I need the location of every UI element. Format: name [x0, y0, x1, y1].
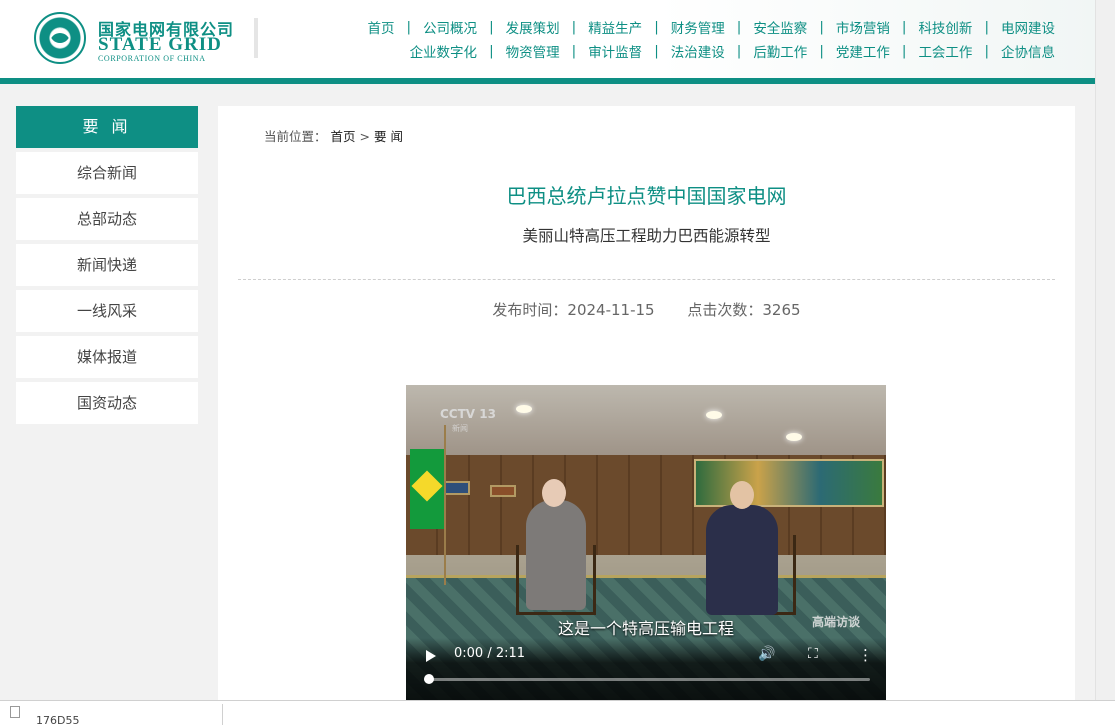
main-nav-row-1: 首页 | 公司概况 | 发展策划 | 精益生产 | 财务管理 | 安全监察 | …	[368, 17, 1056, 37]
nav-item-logistics[interactable]: 后勤工作	[753, 41, 807, 61]
video-scene-light	[516, 405, 532, 413]
nav-separator: |	[406, 19, 412, 35]
nav-item-audit[interactable]: 审计监督	[588, 41, 642, 61]
video-scene-interviewee	[526, 500, 586, 610]
publish-date: 发布时间：2024-11-15	[492, 301, 655, 319]
breadcrumb-separator: >	[359, 129, 370, 144]
nav-separator: |	[736, 19, 742, 35]
video-scene-interviewer	[706, 505, 778, 615]
download-bar: 176D55	[0, 700, 1115, 725]
article-subtitle: 美丽山特高压工程助力巴西能源转型	[522, 227, 771, 245]
nav-item-development-planning[interactable]: 发展策划	[506, 17, 560, 37]
nav-item-company-overview[interactable]: 公司概况	[423, 17, 477, 37]
nav-item-digitalization[interactable]: 企业数字化	[410, 41, 478, 61]
nav-item-legal[interactable]: 法治建设	[671, 41, 725, 61]
channel-logo: CCTV 13	[440, 407, 496, 421]
nav-separator: |	[571, 43, 577, 59]
video-progress-bar[interactable]	[424, 674, 870, 684]
nav-item-finance[interactable]: 财务管理	[671, 17, 725, 37]
header-divider	[254, 18, 258, 58]
video-scene-light	[786, 433, 802, 441]
video-scene-painting	[490, 485, 516, 497]
logo-subtitle: CORPORATION OF CHINA	[98, 54, 206, 63]
video-time: 0:00 / 2:11	[454, 646, 526, 661]
nav-separator: |	[571, 19, 577, 35]
nav-item-lean-production[interactable]: 精益生产	[588, 17, 642, 37]
globe-logo-icon	[34, 12, 86, 64]
nav-item-safety[interactable]: 安全监察	[753, 17, 807, 37]
nav-separator: |	[819, 43, 824, 59]
sidebar-item-media-reports[interactable]: 媒体报道	[16, 336, 198, 378]
logo-english-name: STATE GRID	[98, 34, 222, 55]
nav-separator: |	[901, 19, 907, 35]
more-options-icon[interactable]: ⋮	[858, 646, 873, 664]
nav-separator: |	[654, 43, 659, 59]
nav-item-home[interactable]: 首页	[368, 17, 395, 37]
article-title: 巴西总统卢拉点赞中国国家电网	[506, 184, 787, 208]
file-icon	[10, 706, 20, 718]
volume-icon[interactable]: 🔊	[758, 646, 776, 664]
main-nav-row-2: 企业数字化 | 物资管理 | 审计监督 | 法治建设 | 后勤工作 | 党建工作…	[410, 41, 1055, 61]
video-progress-thumb[interactable]	[424, 674, 434, 684]
download-bar-separator	[222, 704, 223, 725]
page-scrollbar[interactable]	[1095, 0, 1115, 700]
video-scene-flagpole	[444, 425, 446, 585]
site-header: 国家电网有限公司 STATE GRID CORPORATION OF CHINA…	[0, 0, 1095, 78]
nav-separator: |	[736, 43, 742, 59]
play-icon[interactable]	[426, 650, 436, 662]
sidebar-item-news-express[interactable]: 新闻快递	[16, 244, 198, 286]
nav-separator: |	[901, 43, 907, 59]
click-count: 点击次数：3265	[687, 301, 801, 319]
nav-separator: |	[489, 19, 494, 35]
sidebar-item-frontline[interactable]: 一线风采	[16, 290, 198, 332]
sidebar: 要 闻 综合新闻 总部动态 新闻快递 一线风采 媒体报道 国资动态	[16, 106, 198, 424]
sidebar-item-sasac-news[interactable]: 国资动态	[16, 382, 198, 424]
article-meta: 发布时间：2024-11-15 点击次数：3265	[218, 299, 1075, 320]
nav-separator: |	[489, 43, 494, 59]
nav-separator: |	[654, 19, 659, 35]
nav-separator: |	[984, 19, 989, 35]
nav-item-materials[interactable]: 物资管理	[506, 41, 560, 61]
breadcrumb-current-link[interactable]: 要 闻	[374, 129, 403, 144]
sidebar-header[interactable]: 要 闻	[16, 106, 198, 148]
brazil-flag-icon	[410, 449, 444, 529]
breadcrumb-prefix: 当前位置：	[264, 129, 327, 144]
video-subtitle: 这是一个特高压输电工程	[557, 619, 734, 638]
sidebar-item-general-news[interactable]: 综合新闻	[16, 152, 198, 194]
article-panel: 当前位置： 首页 > 要 闻 巴西总统卢拉点赞中国国家电网 美丽山特高压工程助力…	[218, 106, 1075, 700]
video-scene-light	[706, 411, 722, 419]
nav-separator: |	[819, 19, 824, 35]
nav-item-grid-construction[interactable]: 电网建设	[1001, 17, 1055, 37]
breadcrumb: 当前位置： 首页 > 要 闻	[264, 126, 403, 145]
nav-item-party-building[interactable]: 党建工作	[836, 41, 890, 61]
nav-item-marketing[interactable]: 市场营销	[836, 17, 890, 37]
nav-separator: |	[984, 43, 989, 59]
nav-item-technology[interactable]: 科技创新	[918, 17, 972, 37]
fullscreen-icon[interactable]: ⛶	[808, 646, 826, 664]
video-controls: 0:00 / 2:11 🔊 ⛶ ⋮	[406, 638, 886, 700]
video-scene-interviewer-head	[730, 481, 754, 509]
nav-item-union[interactable]: 工会工作	[918, 41, 972, 61]
video-scene-interviewee-head	[542, 479, 566, 507]
video-scene-mural	[694, 459, 884, 507]
channel-logo-sub: 新闻	[452, 424, 468, 433]
state-grid-logo[interactable]: 国家电网有限公司 STATE GRID CORPORATION OF CHINA	[34, 12, 244, 66]
nav-item-enterprise-association[interactable]: 企协信息	[1001, 41, 1055, 61]
video-player[interactable]: CCTV 13 新闻 高端访谈 这是一个特高压输电工程 0:00 / 2:11 …	[406, 385, 886, 700]
breadcrumb-home-link[interactable]: 首页	[331, 129, 356, 144]
sidebar-item-headquarters[interactable]: 总部动态	[16, 198, 198, 240]
title-divider	[238, 279, 1055, 280]
download-file-name[interactable]: 176D55	[36, 714, 79, 725]
